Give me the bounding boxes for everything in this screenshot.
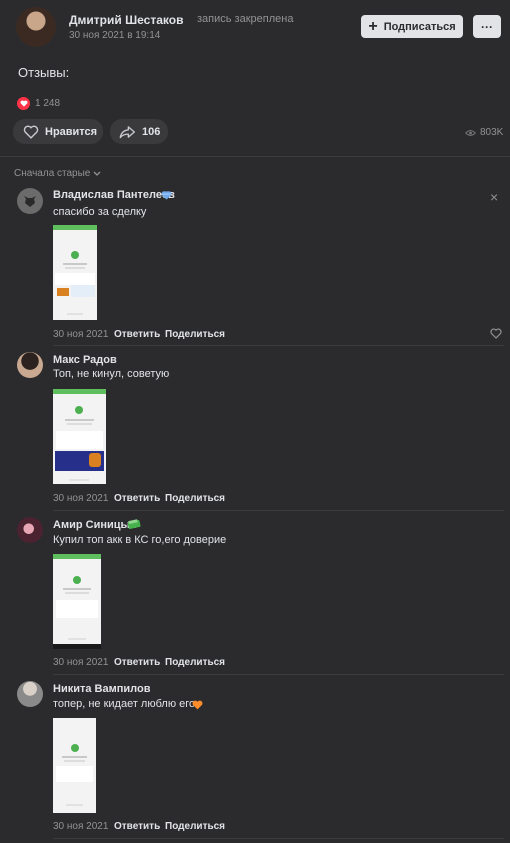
money-emoji-icon [127, 518, 141, 532]
comments-sort[interactable]: Сначала старые [14, 168, 101, 179]
reactions-count[interactable]: 1 248 [35, 98, 60, 109]
comment-avatar[interactable] [17, 188, 43, 214]
comment-text: Топ, не кинул, советую [53, 368, 170, 380]
post-divider [0, 156, 510, 157]
subscribe-button[interactable]: + Подписаться [361, 15, 463, 38]
pinned-note: запись закреплена [197, 13, 294, 25]
plus-icon: + [368, 17, 378, 35]
comment-like-icon[interactable] [490, 328, 502, 342]
share-comment-button[interactable]: Поделиться [165, 657, 225, 668]
post-author[interactable]: Дмитрий Шестаков [69, 13, 183, 27]
comment-author[interactable]: Макс Радов [53, 354, 117, 366]
comments-sort-label: Сначала старые [14, 168, 91, 179]
share-button[interactable]: 106 [110, 119, 168, 144]
author-avatar[interactable] [16, 7, 56, 47]
like-label: Нравится [45, 125, 98, 138]
subscribe-label: Подписаться [383, 20, 456, 33]
post-date[interactable]: 30 ноя 2021 в 19:14 [69, 30, 160, 41]
comment-divider [53, 345, 504, 346]
like-button[interactable]: Нравится [13, 119, 103, 144]
comment-image[interactable] [53, 718, 96, 813]
comment-text: Купил топ акк в КС го,его доверие [53, 534, 227, 546]
orange-heart-emoji-icon [192, 699, 203, 713]
reply-button[interactable]: Ответить [114, 493, 160, 504]
comment-avatar[interactable] [17, 681, 43, 707]
comment-close-icon[interactable]: × [490, 190, 498, 204]
views-count: 803K [480, 127, 504, 138]
views: 803K [465, 127, 503, 138]
comment-date[interactable]: 30 ноя 2021 [53, 821, 108, 832]
share-count: 106 [142, 125, 161, 138]
comment-author[interactable]: Амир Синицын [53, 519, 137, 531]
comment-image[interactable] [53, 389, 106, 484]
reply-button[interactable]: Ответить [114, 657, 160, 668]
comment-text: спасибо за сделку [53, 206, 147, 218]
share-comment-button[interactable]: Поделиться [165, 493, 225, 504]
reply-button[interactable]: Ответить [114, 329, 160, 340]
comment-image[interactable] [53, 225, 97, 320]
comment-avatar[interactable] [17, 517, 43, 543]
post-text: Отзывы: [18, 65, 70, 80]
comment-date[interactable]: 30 ноя 2021 [53, 657, 108, 668]
comment-text: топер, не кидает люблю его [53, 698, 196, 710]
comment-divider [53, 674, 504, 675]
share-arrow-icon [119, 125, 135, 138]
more-icon: ··· [481, 19, 493, 34]
comment-date[interactable]: 30 ноя 2021 [53, 329, 108, 340]
more-button[interactable]: ··· [473, 15, 501, 38]
heart-outline-icon [23, 125, 39, 139]
reaction-heart-icon[interactable] [17, 97, 30, 110]
comment-author[interactable]: Никита Вампилов [53, 683, 150, 695]
reply-button[interactable]: Ответить [114, 821, 160, 832]
comment-author[interactable]: Владислав Пантелеев [53, 189, 175, 201]
share-comment-button[interactable]: Поделиться [165, 329, 225, 340]
share-comment-button[interactable]: Поделиться [165, 821, 225, 832]
verified-diamond-icon [161, 189, 172, 203]
eye-icon [465, 129, 476, 136]
chevron-down-icon [93, 171, 101, 176]
comment-avatar[interactable] [17, 352, 43, 378]
comment-divider [53, 838, 504, 839]
comment-date[interactable]: 30 ноя 2021 [53, 493, 108, 504]
comment-divider [53, 510, 504, 511]
comment-image[interactable] [53, 554, 101, 649]
